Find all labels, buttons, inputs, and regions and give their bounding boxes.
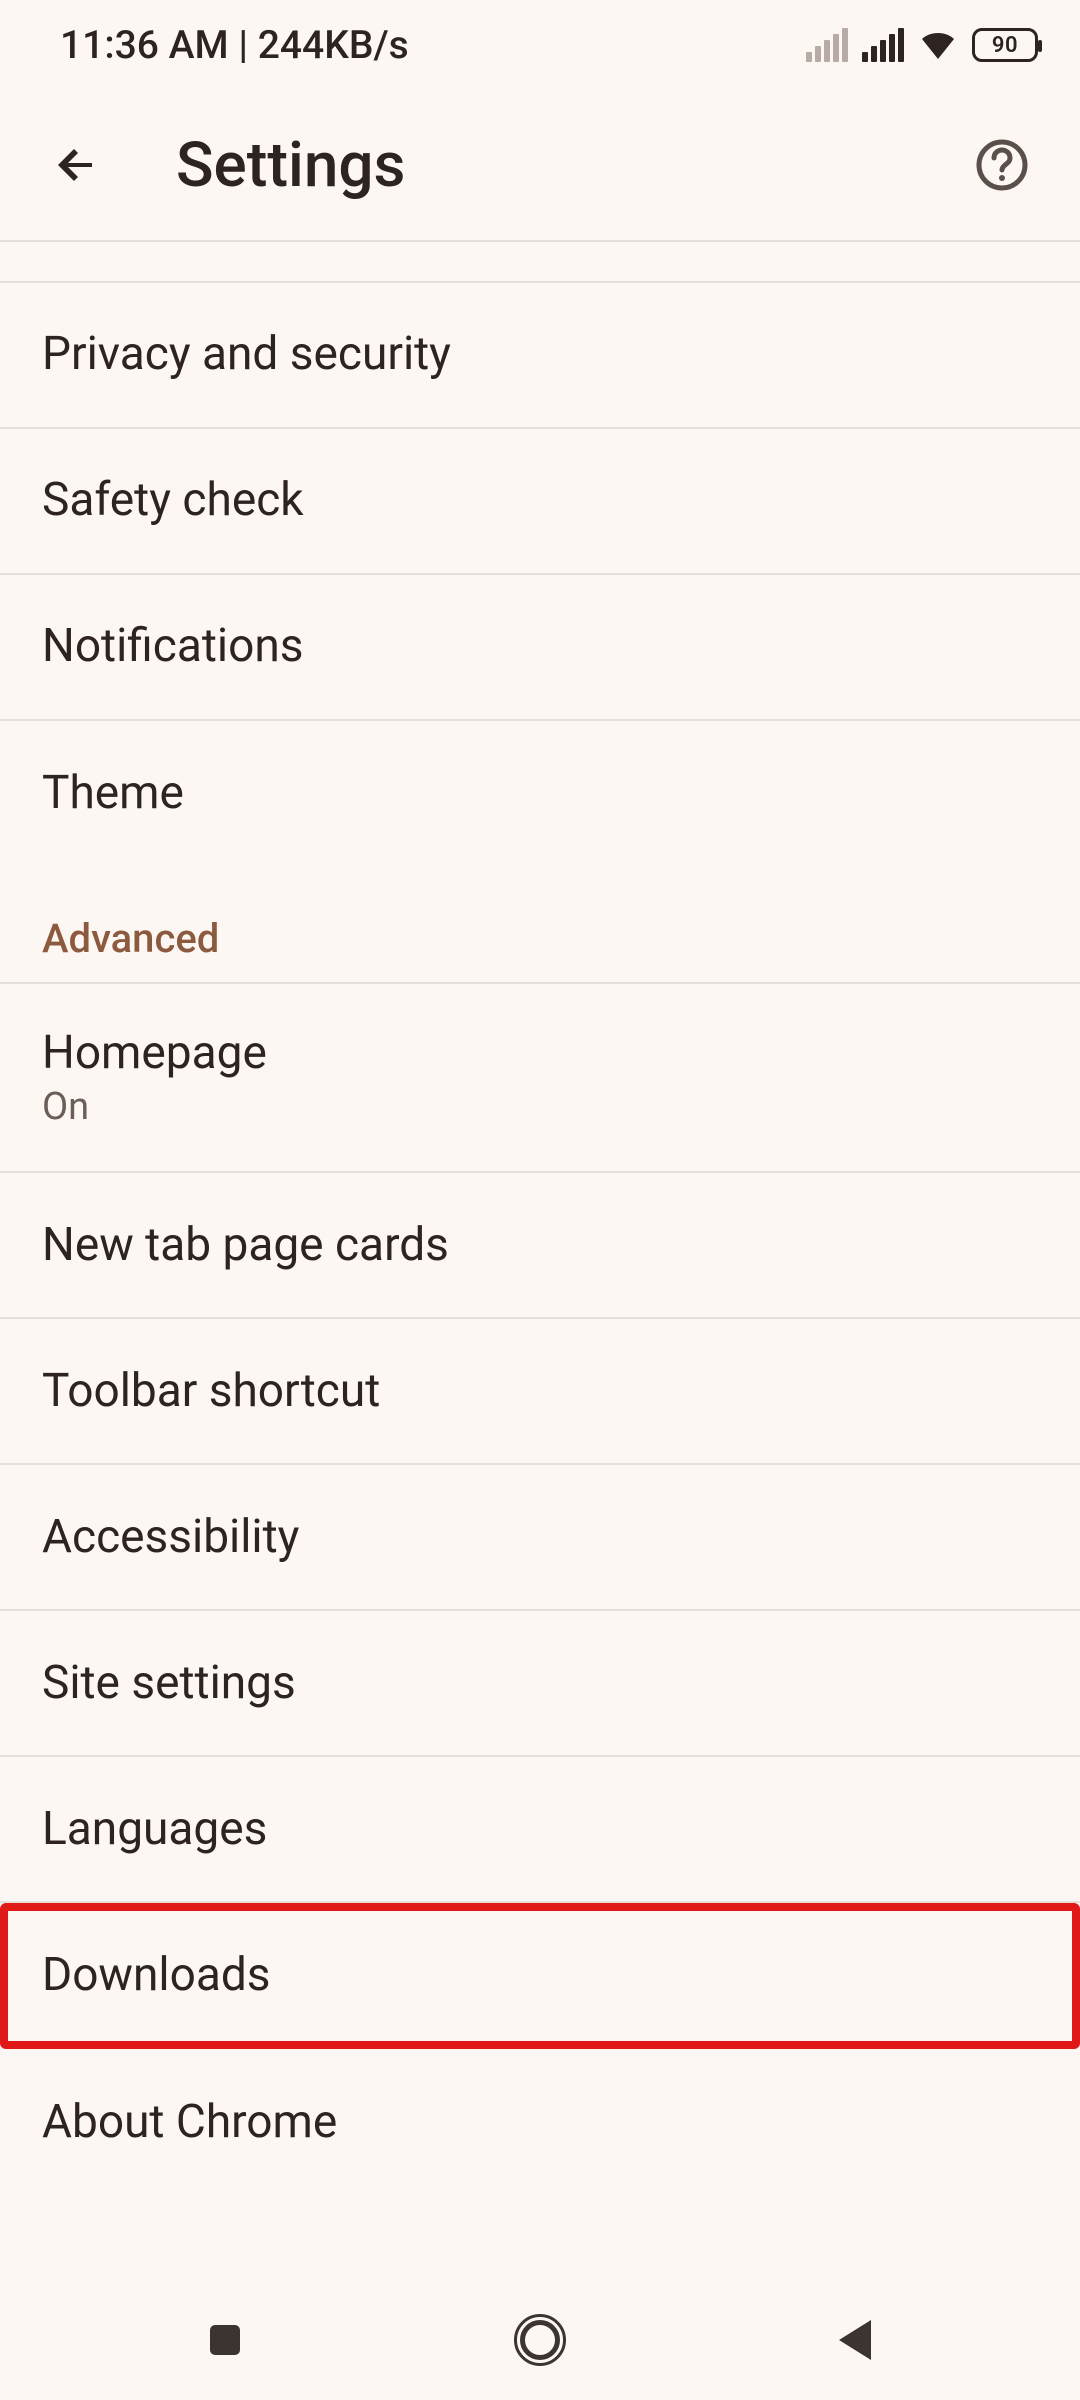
- square-icon: [210, 2325, 240, 2355]
- status-time: 11:36 AM: [60, 22, 229, 68]
- signal-strong-icon: [862, 28, 904, 62]
- status-net-speed: 244KB/s: [258, 22, 409, 68]
- battery-icon: 90: [972, 28, 1038, 62]
- system-nav-bar: [0, 2280, 1080, 2400]
- settings-item-downloads[interactable]: Downloads: [0, 1903, 1080, 2049]
- settings-item-site-settings[interactable]: Site settings: [0, 1611, 1080, 1757]
- settings-item-toolbar-shortcut[interactable]: Toolbar shortcut: [0, 1319, 1080, 1465]
- status-time-netspeed: 11:36 AM | 244KB/s: [60, 22, 409, 68]
- nav-recent-button[interactable]: [135, 2300, 315, 2380]
- settings-item-accessibility[interactable]: Accessibility: [0, 1465, 1080, 1611]
- settings-item-languages[interactable]: Languages: [0, 1757, 1080, 1903]
- section-header-advanced: Advanced: [0, 867, 1080, 984]
- arrow-left-icon: [54, 141, 102, 189]
- battery-percent: 90: [992, 33, 1018, 58]
- page-title: Settings: [176, 129, 405, 202]
- app-header: Settings: [0, 90, 1080, 240]
- signal-weak-icon: [806, 28, 848, 62]
- settings-item-label: Accessibility: [42, 1510, 1038, 1565]
- settings-item-privacy-and-security[interactable]: Privacy and security: [0, 283, 1080, 429]
- settings-item-label: Homepage: [42, 1026, 1038, 1081]
- settings-item-label: Safety check: [42, 473, 1038, 528]
- settings-item-label: Theme: [42, 766, 1038, 821]
- settings-item-sub: On: [42, 1085, 1038, 1129]
- circle-icon: [520, 2320, 560, 2360]
- settings-list[interactable]: Addresses and more Privacy and security …: [0, 240, 1080, 2280]
- nav-home-button[interactable]: [450, 2300, 630, 2380]
- settings-item-label: Site settings: [42, 1656, 1038, 1711]
- status-right: 90: [806, 28, 1038, 62]
- triangle-left-icon: [839, 2320, 871, 2360]
- settings-item-homepage[interactable]: Homepage On: [0, 984, 1080, 1173]
- wifi-icon: [918, 29, 958, 61]
- settings-item-safety-check[interactable]: Safety check: [0, 429, 1080, 575]
- section-header-label: Advanced: [42, 915, 219, 962]
- help-circle-icon: [975, 138, 1029, 192]
- nav-back-button[interactable]: [765, 2300, 945, 2380]
- settings-item-label: Toolbar shortcut: [42, 1364, 1038, 1419]
- back-button[interactable]: [44, 131, 112, 199]
- settings-item-label: Languages: [42, 1802, 1038, 1857]
- settings-item-about-chrome[interactable]: About Chrome: [0, 2049, 1080, 2195]
- settings-item-label: About Chrome: [42, 2095, 1038, 2150]
- settings-item-theme[interactable]: Theme: [0, 721, 1080, 867]
- settings-item-label: Privacy and security: [42, 327, 1038, 382]
- settings-item-label: New tab page cards: [42, 1218, 1038, 1273]
- settings-item-addresses-and-more[interactable]: Addresses and more: [0, 240, 1080, 283]
- settings-item-label: Downloads: [42, 1948, 1038, 2003]
- status-bar: 11:36 AM | 244KB/s 90: [0, 0, 1080, 90]
- help-button[interactable]: [968, 131, 1036, 199]
- settings-item-notifications[interactable]: Notifications: [0, 575, 1080, 721]
- settings-item-label: Notifications: [42, 619, 1038, 674]
- settings-item-new-tab-page-cards[interactable]: New tab page cards: [0, 1173, 1080, 1319]
